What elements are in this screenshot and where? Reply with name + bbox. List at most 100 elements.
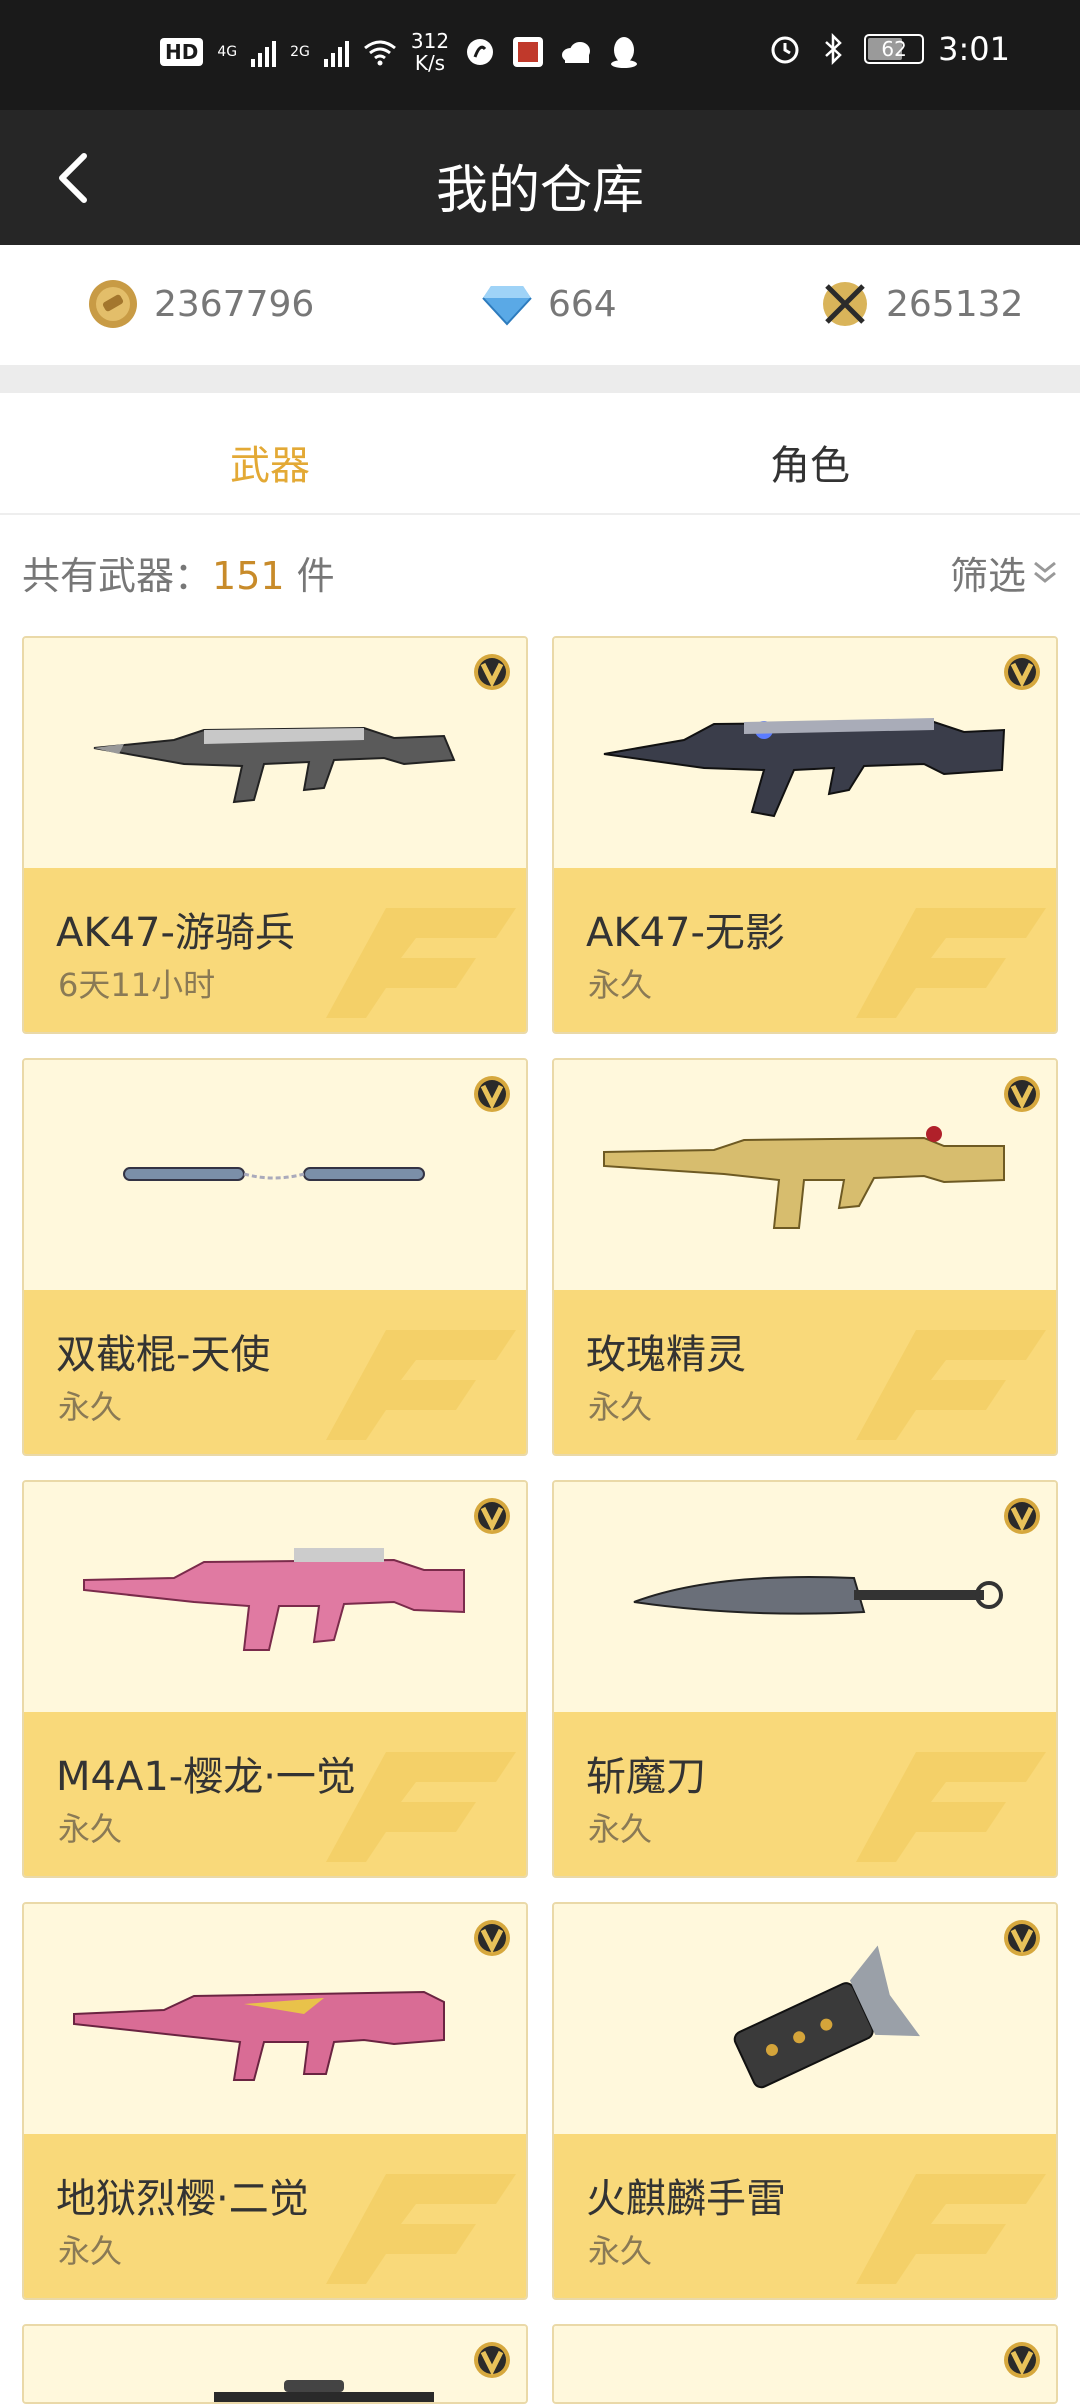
- weapon-image-area: [24, 1060, 526, 1290]
- vip-badge-icon: [474, 654, 510, 690]
- weapon-name: 地狱烈樱·二觉: [56, 2176, 309, 2222]
- currency-gold: 2367796: [86, 277, 314, 331]
- weapon-duration: 永久: [58, 2232, 123, 2270]
- diamond-icon: [480, 277, 534, 331]
- tab-weapons[interactable]: 武器: [230, 433, 310, 491]
- tab-bar: 武器 角色: [0, 393, 1080, 515]
- weapon-image-area: [554, 1060, 1056, 1290]
- filter-label: 筛选: [949, 554, 1026, 598]
- battery-level: 62: [881, 37, 907, 61]
- honor-value: 265132: [886, 283, 1024, 325]
- weapon-name: 玫瑰精灵: [586, 1332, 746, 1378]
- vip-badge-icon: [474, 2342, 510, 2378]
- weapon-image-area: [554, 1482, 1056, 1712]
- cf-watermark-icon: [326, 908, 516, 1018]
- cf-watermark-icon: [856, 2174, 1046, 2284]
- weapon-image-area: [554, 638, 1056, 868]
- vip-badge-icon: [474, 1498, 510, 1534]
- tab-characters[interactable]: 角色: [770, 433, 850, 491]
- vip-badge-icon: [1004, 1920, 1040, 1956]
- currency-honor: 265132: [818, 277, 1023, 331]
- signal-icon: [251, 37, 277, 67]
- weapon-info: 双截棍-天使 永久: [24, 1290, 526, 1454]
- double-chevron-down-icon: [1034, 561, 1056, 583]
- weapon-image-area: [24, 638, 526, 868]
- app-notification-icon: [463, 35, 497, 69]
- weapon-card[interactable]: 斩魔刀 永久: [552, 1480, 1058, 1878]
- weapon-image-area: [24, 2326, 526, 2402]
- weapon-card[interactable]: AK47-无影 永久: [552, 636, 1058, 1034]
- page-title: 我的仓库: [435, 161, 644, 221]
- app-header: 我的仓库: [0, 110, 1080, 245]
- weapon-image-area: [554, 1904, 1056, 2134]
- status-bar: HD 4G 2G 312 K/s 62 3:01: [0, 0, 1080, 110]
- weapon-duration: 永久: [588, 1810, 653, 1848]
- cf-watermark-icon: [856, 1330, 1046, 1440]
- weapon-card[interactable]: AK47-游骑兵 6天11小时: [22, 636, 528, 1034]
- filter-button[interactable]: 筛选: [950, 545, 1058, 600]
- gold-value: 2367796: [154, 283, 315, 325]
- blade-image: [633, 1576, 1003, 1615]
- assault-rifle-image: [603, 1126, 1005, 1229]
- weapon-name: 火麒麟手雷: [586, 2176, 786, 2222]
- weapon-duration: 永久: [58, 1388, 123, 1426]
- sim1-label: 4G: [217, 44, 238, 60]
- assault-rifle-image: [603, 718, 1006, 818]
- bluetooth-icon: [816, 32, 850, 66]
- assault-rifle-image: [93, 726, 456, 804]
- weapon-card[interactable]: 玫瑰精灵 永久: [552, 1058, 1058, 1456]
- diamond-value: 664: [548, 283, 617, 325]
- weapon-grid: AK47-游骑兵 6天11小时 AK47-无影 永久 双截棍-天使 永久 玫瑰精…: [22, 636, 1058, 2404]
- weapon-image-area: [554, 2326, 1056, 2402]
- currency-bar: 2367796 664 265132: [0, 245, 1080, 365]
- vip-badge-icon: [474, 1076, 510, 1112]
- grenade-image: [733, 1945, 920, 2089]
- sim2-label: 2G: [290, 44, 310, 60]
- vip-badge-icon: [1004, 1498, 1040, 1534]
- game-app-icon: [511, 35, 545, 69]
- cf-watermark-icon: [326, 2174, 516, 2284]
- crossed-swords-coin-icon: [818, 277, 872, 331]
- count-prefix: 共有武器：: [22, 554, 213, 598]
- weapon-name: 斩魔刀: [586, 1754, 706, 1800]
- weapon-duration: 永久: [58, 1810, 123, 1848]
- cf-watermark-icon: [326, 1330, 516, 1440]
- weapon-info: 玫瑰精灵 永久: [554, 1290, 1056, 1454]
- vip-badge-icon: [1004, 2342, 1040, 2378]
- cloud-icon: [559, 35, 593, 69]
- hd-indicator: HD: [160, 38, 204, 66]
- weapon-duration: 永久: [588, 966, 653, 1004]
- count-suffix: 件: [284, 554, 335, 598]
- vip-badge-icon: [1004, 1076, 1040, 1112]
- gold-coin-icon: [86, 277, 140, 331]
- weapon-card[interactable]: [552, 2324, 1058, 2404]
- weapon-info: AK47-无影 永久: [554, 868, 1056, 1032]
- weapon-count: 共有武器：151 件: [22, 545, 335, 600]
- weapon-name: 双截棍-天使: [56, 1332, 271, 1378]
- section-divider: [0, 365, 1080, 393]
- weapon-info: 斩魔刀 永久: [554, 1712, 1056, 1876]
- signal-icon: [323, 37, 349, 67]
- weapon-duration: 永久: [588, 2232, 653, 2270]
- nunchaku-image: [123, 1167, 425, 1181]
- net-speed-value: 312: [410, 29, 450, 53]
- vip-badge-icon: [474, 1920, 510, 1956]
- cf-watermark-icon: [856, 908, 1046, 1018]
- weapon-info: 火麒麟手雷 永久: [554, 2134, 1056, 2298]
- assault-rifle-image: [73, 1990, 445, 2081]
- weapon-duration: 6天11小时: [58, 966, 216, 1004]
- vip-badge-icon: [1004, 654, 1040, 690]
- assault-rifle-image: [83, 1548, 465, 1651]
- weapon-info: 地狱烈樱·二觉 永久: [24, 2134, 526, 2298]
- currency-diamond: 664: [480, 277, 617, 331]
- weapon-card[interactable]: 火麒麟手雷 永久: [552, 1902, 1058, 2300]
- count-number: 151: [212, 554, 285, 598]
- weapon-name: AK47-无影: [586, 910, 785, 956]
- weapon-card[interactable]: 双截棍-天使 永久: [22, 1058, 528, 1456]
- weapon-card[interactable]: 地狱烈樱·二觉 永久: [22, 1902, 528, 2300]
- weapon-card[interactable]: M4A1-樱龙·一觉 永久: [22, 1480, 528, 1878]
- weapon-image-area: [24, 1904, 526, 2134]
- weapon-name: M4A1-樱龙·一觉: [56, 1754, 356, 1800]
- alarm-icon: [768, 32, 802, 66]
- weapon-card[interactable]: [22, 2324, 528, 2404]
